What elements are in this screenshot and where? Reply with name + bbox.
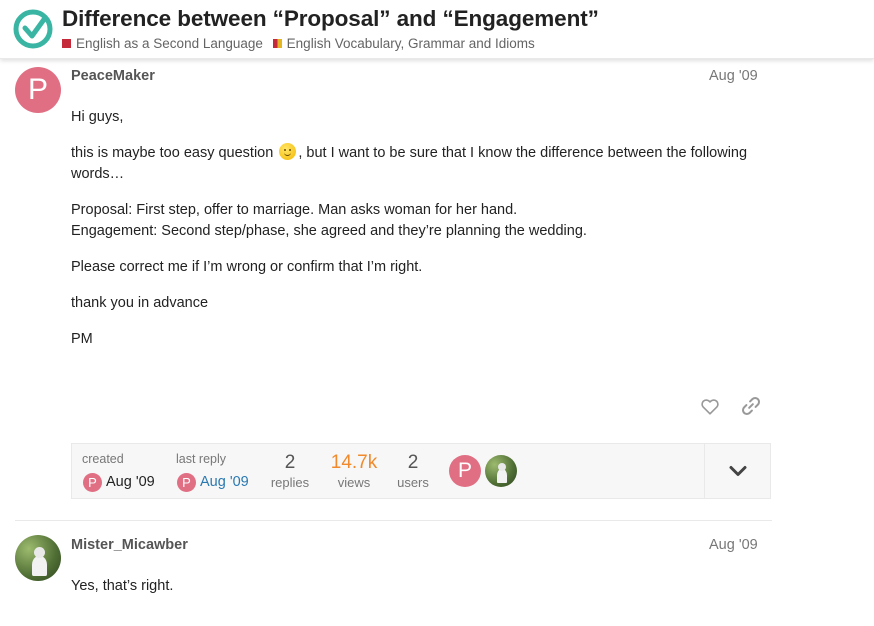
users-count: 2 xyxy=(407,452,419,473)
last-reply-label: last reply xyxy=(176,452,227,466)
last-reply-date[interactable]: Aug '09 xyxy=(200,474,249,490)
avatar-letter: P xyxy=(27,73,48,106)
users-label: users xyxy=(397,475,429,490)
site-logo-icon[interactable] xyxy=(13,9,53,49)
chevron-down-icon xyxy=(729,466,746,476)
category-color-badge xyxy=(272,39,282,48)
avatar-figure-head xyxy=(34,547,45,558)
topic-title[interactable]: Difference between “Proposal” and “Engag… xyxy=(62,6,599,32)
post-paragraph: Please correct me if I’m wrong or confir… xyxy=(71,259,423,275)
expand-topic-map-button[interactable] xyxy=(705,444,770,498)
post-paragraph: Hi guys, xyxy=(71,109,124,125)
category-esl[interactable]: English as a Second Language xyxy=(62,36,263,51)
category-label: English Vocabulary, Grammar and Idioms xyxy=(286,36,535,51)
post-date[interactable]: Aug '09 xyxy=(709,537,758,553)
post-paragraph: thank you in advance xyxy=(71,295,209,311)
heart-icon[interactable] xyxy=(699,395,721,417)
category-color-badge xyxy=(62,39,71,48)
post-body: Hi guys, this is maybe too easy question… xyxy=(71,107,751,365)
category-label: English as a Second Language xyxy=(76,36,263,51)
post-divider xyxy=(15,520,772,521)
views-label: views xyxy=(337,475,371,490)
replies-count: 2 xyxy=(284,452,296,473)
post-date[interactable]: Aug '09 xyxy=(709,68,758,84)
post-paragraph: Yes, that’s right. xyxy=(71,578,174,594)
post-paragraph: Proposal: First step, offer to marriage.… xyxy=(71,202,587,239)
post-body: Yes, that’s right. xyxy=(71,576,173,612)
post-paragraph: this is maybe too easy question , but I … xyxy=(71,143,748,182)
post-signature: PM xyxy=(71,331,93,347)
avatar-figure xyxy=(497,469,507,483)
post-username[interactable]: Mister_Micawber xyxy=(71,537,188,553)
category-vocabulary[interactable]: English Vocabulary, Grammar and Idioms xyxy=(272,36,535,51)
avatar[interactable]: P xyxy=(83,473,102,492)
avatar[interactable]: P xyxy=(15,67,61,113)
participant-avatar-photo[interactable] xyxy=(485,455,517,487)
views-count: 14.7k xyxy=(330,452,378,473)
created-date: Aug '09 xyxy=(106,474,155,490)
topic-map: created P Aug '09 last reply P Aug '09 2… xyxy=(71,443,771,499)
slightly-smiling-face-icon xyxy=(279,143,297,160)
category-breadcrumb: English as a Second Language English Voc… xyxy=(62,36,541,51)
avatar-figure xyxy=(32,556,47,576)
replies-label: replies xyxy=(270,475,310,490)
post-username[interactable]: PeaceMaker xyxy=(71,68,155,84)
avatar[interactable]: P xyxy=(177,473,196,492)
participant-avatar[interactable]: P xyxy=(449,455,481,487)
created-label: created xyxy=(82,452,124,466)
avatar[interactable] xyxy=(15,535,61,581)
topic-header: Difference between “Proposal” and “Engag… xyxy=(0,0,874,59)
avatar-figure-head xyxy=(498,463,506,471)
link-icon[interactable] xyxy=(740,395,762,417)
